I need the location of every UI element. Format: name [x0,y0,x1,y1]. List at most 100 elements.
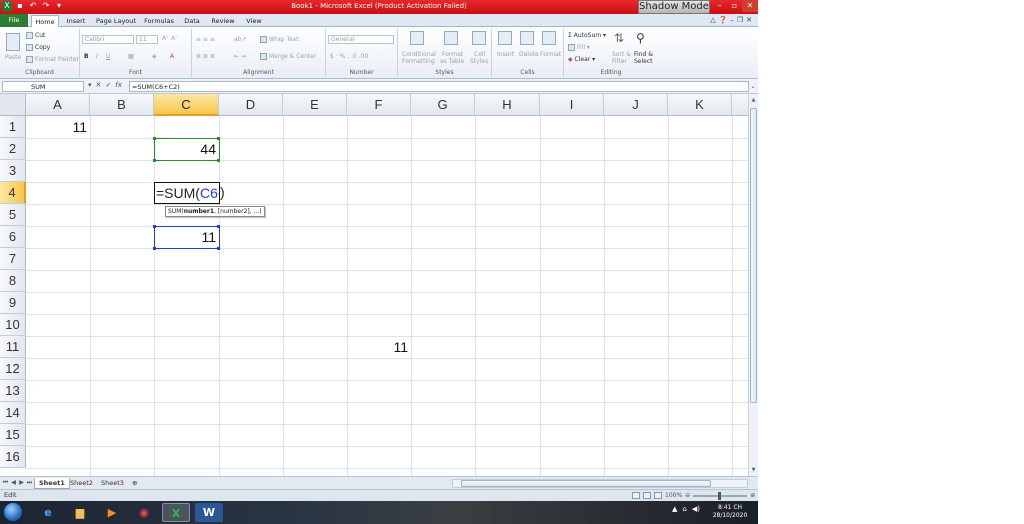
row-header-2[interactable]: 2 [0,138,26,160]
row-header-11[interactable]: 11 [0,336,26,358]
copy-button[interactable]: Copy [35,44,50,51]
function-tooltip[interactable]: SUM(number1, [number2], ...) [165,206,265,217]
row-header-5[interactable]: 5 [0,204,26,226]
cell-c2[interactable]: 44 [154,138,219,160]
zoom-in-icon[interactable]: ⊕ [750,492,755,499]
column-header-b[interactable]: B [90,94,154,116]
row-header-4[interactable]: 4 [0,182,26,204]
row-header-1[interactable]: 1 [0,116,26,138]
column-header-h[interactable]: H [475,94,540,116]
name-box-dropdown-icon[interactable]: ▾ [88,81,92,89]
align-left-icon[interactable]: ≣ ≣ ≣ [196,53,215,60]
row-header-14[interactable]: 14 [0,402,26,424]
clear-button[interactable]: Clear [575,56,591,63]
tab-data[interactable]: Data [181,15,203,27]
insert-function-icon[interactable]: fx [115,81,122,89]
find-select-icon[interactable]: ⚲ [636,31,650,45]
minimize-icon[interactable]: – [712,0,727,12]
last-sheet-icon[interactable]: ⏭ [26,479,33,487]
row-header-9[interactable]: 9 [0,292,26,314]
vertical-scroll-thumb[interactable] [750,108,757,403]
cell-c6[interactable]: 11 [154,226,219,248]
formula-input[interactable]: =SUM(C6+C2) [129,81,749,92]
conditional-formatting-icon[interactable] [410,31,424,45]
grow-font-icon[interactable]: A⁺ A⁻ [162,35,178,42]
next-sheet-icon[interactable]: ▶ [18,479,25,487]
expand-formula-bar-icon[interactable]: ⌄ [749,81,757,92]
close-icon[interactable]: ✕ [742,0,758,12]
autosum-button[interactable]: AutoSum [574,32,601,39]
row-header-7[interactable]: 7 [0,248,26,270]
prev-sheet-icon[interactable]: ◀ [10,479,17,487]
sort-filter-icon[interactable]: ⇅ [614,31,628,45]
row-header-8[interactable]: 8 [0,270,26,292]
cell-f11[interactable]: 11 [347,336,411,358]
show-hidden-icons-icon[interactable]: ▲ [672,505,677,513]
enter-icon[interactable]: ✓ [105,81,111,89]
file-explorer-icon[interactable]: ▆ [66,503,94,522]
font-color-icon[interactable]: A [170,53,174,60]
maximize-icon[interactable]: ▫ [727,0,742,12]
column-header-e[interactable]: E [283,94,347,116]
conditional-formatting-button[interactable]: Conditional [402,51,436,58]
cancel-icon[interactable]: ✕ [96,81,102,89]
sheet-tab-sheet3[interactable]: Sheet3 [97,478,128,489]
column-header-a[interactable]: A [26,94,90,116]
worksheet-grid[interactable]: A B C D E F G H I J K 1 2 3 4 5 6 7 8 9 … [0,94,748,476]
row-header-13[interactable]: 13 [0,380,26,402]
column-header-i[interactable]: I [540,94,604,116]
font-size-select[interactable]: 11 [136,35,158,44]
scroll-down-icon[interactable]: ▼ [750,466,757,474]
delete-cells-icon[interactable] [520,31,534,45]
tab-formulas[interactable]: Formulas [142,15,176,27]
taskbar-clock[interactable]: 8:41 CH 28/10/2020 [708,504,752,520]
paste-icon[interactable] [6,33,20,51]
align-top-icon[interactable]: ≡ ≡ ≡ [196,36,215,43]
row-header-10[interactable]: 10 [0,314,26,336]
column-header-c[interactable]: C [154,94,219,116]
tab-home[interactable]: Home [31,15,59,27]
indent-icon[interactable]: ⇤ ⇥ [234,53,246,60]
page-layout-view-icon[interactable] [643,492,651,499]
workbook-close-icon[interactable]: ✕ [746,16,752,24]
tab-file[interactable]: File [0,14,28,27]
start-button-icon[interactable] [3,502,23,522]
row-header-12[interactable]: 12 [0,358,26,380]
insert-sheet-icon[interactable]: ⊕ [128,478,141,489]
format-cells-icon[interactable] [542,31,556,45]
chrome-icon[interactable]: ◉ [130,503,158,522]
row-header-3[interactable]: 3 [0,160,26,182]
cut-button[interactable]: Cut [35,32,45,39]
workbook-restore-icon[interactable]: ❐ [737,16,743,24]
format-as-table-icon[interactable] [444,31,458,45]
insert-cells-button[interactable]: Insert [497,51,514,58]
horizontal-scrollbar[interactable] [452,479,748,488]
sort-filter-button[interactable]: Sort & [612,51,631,58]
word-taskbar-icon[interactable]: W [195,503,223,522]
cell-styles-button[interactable]: Cell [474,51,485,58]
row-header-16[interactable]: 16 [0,446,26,468]
format-as-table-button[interactable]: Format [442,51,463,58]
find-select-button[interactable]: Find & [634,51,653,58]
normal-view-icon[interactable] [632,492,640,499]
cell-c4-editor[interactable]: =SUM(C6+C2) [154,182,220,204]
paste-button[interactable]: Paste [5,54,21,61]
page-break-view-icon[interactable] [654,492,662,499]
merge-center-button[interactable]: Merge & Center [269,53,316,60]
delete-cells-button[interactable]: Delete [519,51,539,58]
shadow-mode-button[interactable]: Shadow Mode [638,0,710,14]
borders-icon[interactable]: ▦ [128,53,134,60]
fill-color-icon[interactable]: ◈ [152,53,157,60]
underline-icon[interactable]: U [106,53,110,60]
excel-taskbar-icon[interactable]: X [162,503,190,522]
help-icon[interactable]: ❓ [719,16,728,24]
volume-icon[interactable]: ◀) [692,505,700,513]
column-header-partial[interactable] [732,94,748,116]
cell-styles-icon[interactable] [472,31,486,45]
first-sheet-icon[interactable]: ⏮ [2,479,9,487]
tab-page-layout[interactable]: Page Layout [95,15,137,27]
bold-icon[interactable]: B [84,53,89,60]
zoom-out-icon[interactable]: ⊖ [685,492,690,499]
font-name-select[interactable]: Calibri [82,35,134,44]
sheet-tab-sheet2[interactable]: Sheet2 [66,478,97,489]
